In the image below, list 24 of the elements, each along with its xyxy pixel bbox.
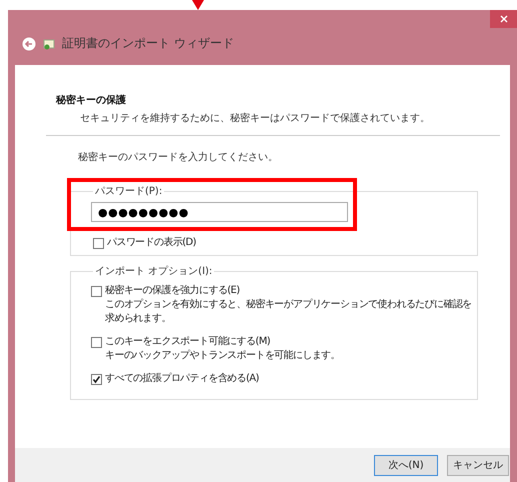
checkbox-label[interactable]: 秘密キーの保護を強力にする(E)	[105, 284, 240, 298]
dialog-button[interactable]: 次へ(N)	[374, 454, 438, 476]
option-description: このオプションを有効にすると、秘密キーがアプリケーションで使われるたびに確認を求められます。	[104, 298, 473, 326]
option-description: キーのバックアップやトランスポートを可能にします。	[104, 349, 342, 363]
close-icon	[500, 15, 508, 23]
close-button[interactable]	[490, 10, 517, 28]
prompt-text: 秘密キーのパスワードを入力してください。	[77, 150, 279, 164]
checkbox[interactable]	[91, 374, 102, 384]
certificate-icon	[42, 36, 56, 50]
group-label: パスワード(P):	[94, 185, 164, 198]
password-field[interactable]: ●●●●●●●●●	[91, 202, 348, 222]
checkbox-label[interactable]: すべての拡張プロパティを含める(A)	[105, 372, 259, 386]
checkbox-label[interactable]: このキーをエクスポート可能にする(M)	[105, 335, 270, 349]
checkbox[interactable]	[91, 286, 102, 296]
checkbox[interactable]	[91, 336, 102, 348]
page-description: セキュリティを維持するために、秘密キーはパスワードで保護されています。	[79, 112, 431, 125]
dialog-button[interactable]: キャンセル	[447, 454, 509, 476]
group-label: インポート オプション(I):	[94, 264, 214, 278]
window-title: 証明書のインポート ウィザード	[62, 35, 234, 52]
checkbox-label[interactable]: パスワードの表示(D)	[107, 236, 196, 250]
checkbox[interactable]	[93, 238, 104, 248]
arrow-icon	[192, 0, 204, 10]
page-heading: 秘密キーの保護	[54, 94, 127, 107]
back-icon[interactable]	[22, 36, 36, 50]
